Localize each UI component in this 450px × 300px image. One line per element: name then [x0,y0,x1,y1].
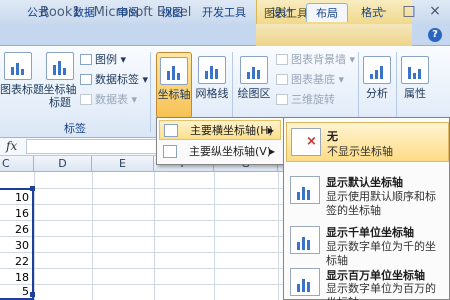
axis-title-label-1: 坐标轴 [43,83,77,96]
primary-vertical-axis-label: 主要纵坐标轴(V) [189,145,272,158]
axis-option-default-title: 显示默认坐标轴 [326,176,403,189]
chart-title-label: 图表标题 [0,83,44,96]
column-header-d[interactable]: D [34,156,92,172]
selection-handle[interactable] [30,186,35,191]
rotation-button[interactable]: 三维旋转 [276,92,335,108]
tab-view[interactable]: 视图 [154,3,190,22]
axis-option-thousands-title: 显示千单位坐标轴 [326,226,414,239]
chart-wall-label: 图表背景墙 [291,53,346,66]
gridlines-button[interactable]: 网格线 [194,52,230,118]
axis-options-menu: × 无 不显示坐标轴 显示默认坐标轴 显示使用默认顺序和标签的坐标轴 显示千单位… [283,117,450,300]
properties-button[interactable]: 属性 [400,52,430,118]
plot-area-label: 绘图区 [237,87,271,100]
chart-title-icon [4,52,32,80]
chart-wall-button[interactable]: 图表背景墙 ▾ [276,52,355,68]
axis-option-thousands[interactable]: 显示千单位坐标轴 显示数字单位为千的坐标轴 [286,222,449,267]
axis-option-default[interactable]: 显示默认坐标轴 显示使用默认顺序和标签的坐标轴 [286,172,449,218]
axis-title-icon [46,52,74,80]
column-header-e[interactable]: E [92,156,154,172]
close-button[interactable]: × [424,2,446,20]
axis-option-millions-desc: 显示数字单位为百万的坐标轴 [326,282,436,300]
primary-horizontal-axis-item[interactable]: 主要横坐标轴(H) ▶ [159,120,281,140]
analysis-icon [363,56,391,84]
primary-vertical-axis-item[interactable]: 主要纵坐标轴(V) ▶ [159,142,281,162]
tab-review[interactable]: 审阅 [110,3,146,22]
chart-floor-label: 图表基底 [291,73,335,86]
analysis-label: 分析 [366,87,388,100]
group-separator [150,52,151,132]
tab-formulas[interactable]: 公式 [18,3,58,22]
axes-label: 坐标轴 [157,88,191,101]
axis-option-none-desc: 不显示坐标轴 [327,145,393,158]
vertical-axis-icon [163,145,177,158]
tab-format[interactable]: 格式 [354,3,390,22]
properties-label: 属性 [404,87,426,100]
legend-button[interactable]: 图例 ▾ [80,52,126,68]
data-labels-label: 数据标签 [95,73,139,86]
plot-area-icon [240,56,268,84]
chart-tools-tab-strip [256,24,412,46]
properties-icon [401,56,429,84]
chart-wall-icon [276,54,288,65]
axis-option-millions-title: 显示百万单位坐标轴 [326,269,425,282]
axis-option-default-desc: 显示使用默认顺序和标签的坐标轴 [326,190,436,217]
submenu-arrow-icon: ▶ [267,126,274,135]
no-axis-icon: × [291,128,321,156]
legend-label: 图例 [95,53,117,66]
millions-axis-icon [290,268,320,296]
column-header-c[interactable]: C [0,156,34,172]
axes-icon [160,57,188,85]
horizontal-axis-icon [164,124,178,137]
axes-dropdown-menu: 主要横坐标轴(H) ▶ 主要纵坐标轴(V) ▶ [156,117,284,165]
data-labels-button[interactable]: 数据标签 ▾ [80,72,148,88]
thousands-axis-icon [290,226,320,254]
primary-horizontal-axis-label: 主要横坐标轴(H) [190,124,273,137]
axis-title-button[interactable]: 坐标轴 标题 [42,52,78,118]
help-icon[interactable]: ? [428,28,442,42]
function-icon[interactable]: fx [6,139,20,154]
plot-area-button[interactable]: 绘图区 [236,52,272,118]
chart-floor-icon [276,74,288,85]
tab-design[interactable]: 设计 [264,3,300,22]
axis-option-none-title: 无 [327,130,338,143]
axis-title-label-2: 标题 [49,96,71,109]
rotation-icon [276,94,288,105]
axis-option-none[interactable]: × 无 不显示坐标轴 [286,122,449,162]
gridlines-label: 网格线 [195,87,229,100]
tab-developer[interactable]: 开发工具 [196,3,252,22]
tab-data[interactable]: 数据 [66,3,102,22]
gridlines-icon [198,56,226,84]
legend-icon [80,54,92,65]
axis-option-millions[interactable]: 显示百万单位坐标轴 显示数字单位为百万的坐标轴 [286,266,449,300]
chart-title-button[interactable]: 图表标题 [0,52,44,118]
chart-floor-button[interactable]: 图表基底 ▾ [276,72,344,88]
analysis-button[interactable]: 分析 [362,52,392,118]
submenu-arrow-icon: ▶ [268,147,275,156]
labels-group-label: 标签 [64,122,86,135]
data-table-label: 数据表 [95,93,128,106]
tab-layout[interactable]: 布局 [306,3,348,22]
formula-input[interactable] [26,139,166,154]
default-axis-icon [290,176,320,204]
data-table-icon [80,94,92,105]
data-table-button[interactable]: 数据表 ▾ [80,92,137,108]
data-labels-icon [80,74,92,85]
selection-handle[interactable] [30,292,35,297]
rotation-label: 三维旋转 [291,93,335,106]
axis-option-thousands-desc: 显示数字单位为千的坐标轴 [326,240,436,267]
selection-border [0,188,34,300]
maximize-button[interactable]: □ [398,2,420,20]
axes-button[interactable]: 坐标轴 [156,52,192,118]
